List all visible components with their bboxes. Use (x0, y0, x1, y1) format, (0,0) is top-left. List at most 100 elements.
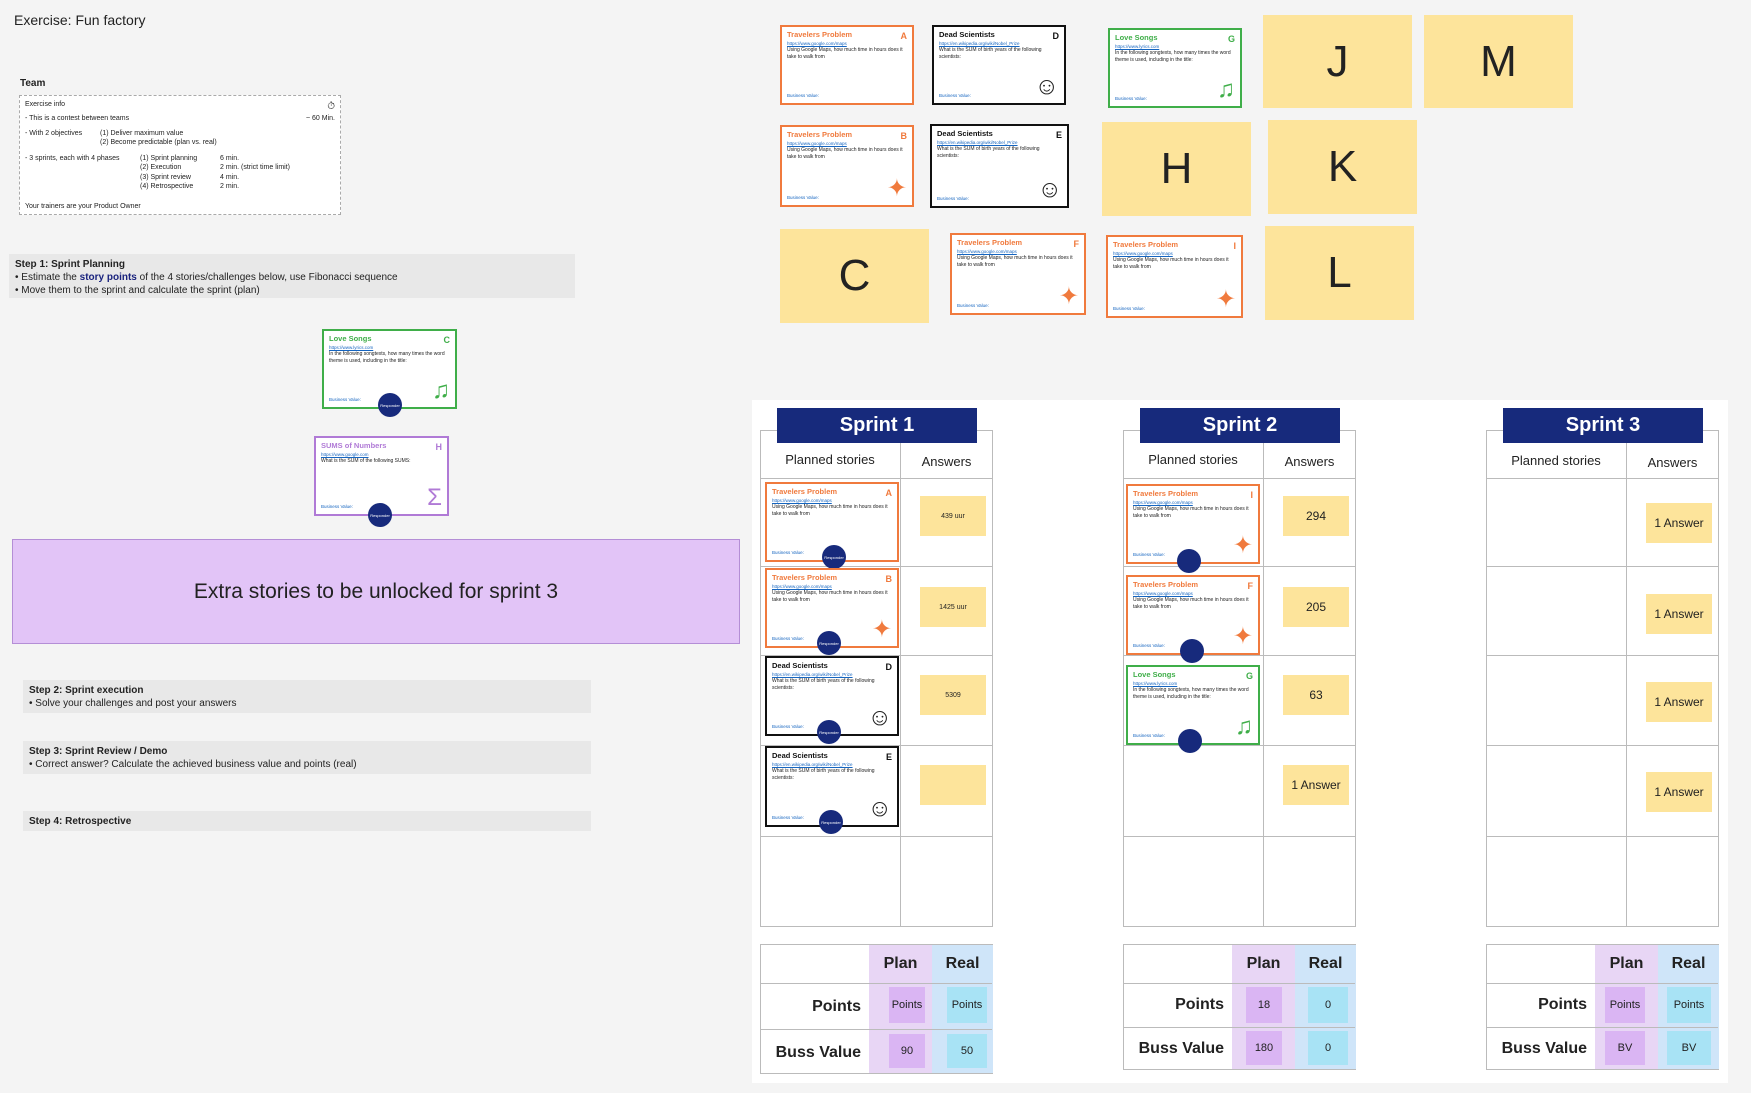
card-title: Dead Scientists (937, 129, 993, 138)
responder-badge[interactable]: Responder (378, 393, 402, 417)
answer-note[interactable]: 205 (1283, 587, 1349, 627)
bv-real-value[interactable]: 50 (947, 1034, 987, 1068)
story-card-e[interactable]: Dead Scientists E https://en.wikipedia.or… (930, 124, 1069, 208)
card-business-value: Business Value: (1113, 305, 1145, 311)
story-card-i[interactable]: Travelers Problem I https://www.google.co… (1106, 235, 1243, 318)
step-4-title: Step 4: Retrospective (29, 816, 132, 827)
sprint-3-title: Sprint 3 (1503, 408, 1703, 443)
card-business-value: Business Value: (939, 92, 971, 98)
answer-note[interactable] (920, 765, 986, 805)
responder-badge[interactable]: Responder (819, 810, 843, 834)
answers-header: Answers (1647, 454, 1698, 470)
card-title: Dead Scientists (772, 751, 828, 760)
card-title: Travelers Problem (1133, 489, 1199, 498)
real-header: Real (1671, 955, 1706, 972)
card-letter: H (435, 442, 443, 452)
info-duration: ~ 60 Min. (306, 114, 335, 122)
exercise-info-box[interactable]: Exercise info ⏱ - This is a contest betw… (19, 95, 341, 215)
sticky-note-c[interactable]: C (780, 229, 929, 323)
phase-name: (1) Sprint planning (140, 154, 198, 162)
card-letter: B (885, 574, 893, 584)
answer-note[interactable]: 294 (1283, 496, 1349, 536)
responder-badge[interactable]: Responder (817, 720, 841, 744)
scientist-face-icon: ☺ (867, 704, 892, 731)
answer-note[interactable]: 1 Answer (1646, 772, 1712, 812)
points-plan-value[interactable]: 18 (1246, 987, 1282, 1023)
step-1-line-2: • Move them to the sprint and calculate … (15, 285, 260, 296)
business-value-row-label: Buss Value (1138, 1040, 1224, 1057)
story-card-d[interactable]: Dead Scientists D https://en.wikipedia.or… (932, 25, 1066, 105)
card-business-value: Business Value: (957, 302, 989, 308)
card-business-value: Business Value: (772, 635, 804, 641)
sticky-note-m[interactable]: M (1424, 15, 1573, 108)
phase-time: 4 min. (220, 173, 240, 181)
scientist-face-icon: ☺ (1037, 176, 1062, 203)
card-business-value: Business Value: (787, 194, 819, 200)
bv-real-value[interactable]: 0 (1308, 1031, 1348, 1065)
responder-badge[interactable] (1177, 549, 1201, 573)
real-header: Real (945, 955, 980, 972)
responder-badge[interactable]: Responder (822, 545, 846, 569)
sticky-note-l[interactable]: L (1265, 226, 1414, 320)
step-4-box: Step 4: Retrospective (23, 811, 591, 831)
step-2-box: Step 2: Sprint execution • Solve your ch… (23, 680, 591, 713)
story-card-g[interactable]: Love Songs G https://www.lyrics.com In th… (1108, 28, 1242, 108)
planned-stories-header: Planned stories (785, 451, 875, 467)
sprint-2-points-table: Plan Real Points Buss Value 18 0 180 0 (1123, 944, 1356, 1070)
points-row-label: Points (1538, 996, 1587, 1013)
card-business-value: Business Value: (1133, 642, 1165, 648)
responder-badge[interactable]: Responder (368, 503, 392, 527)
story-card-a[interactable]: Travelers Problem A https://www.google.co… (780, 25, 914, 105)
answers-header: Answers (921, 453, 972, 469)
answer-note[interactable]: 1 Answer (1646, 503, 1712, 543)
story-card-f[interactable]: Travelers Problem F https://www.google.co… (950, 233, 1086, 315)
europe-map-icon: ✦ (871, 616, 892, 643)
phase-name: (4) Retrospective (140, 183, 194, 191)
card-letter: D (1052, 31, 1060, 41)
answer-note[interactable]: 1 Answer (1283, 765, 1349, 805)
card-title: Love Songs (329, 334, 372, 343)
sprint-3-points-table: Plan Real Points Buss Value Points Point… (1486, 944, 1719, 1070)
answer-note[interactable]: 1425 uur (920, 587, 986, 627)
extra-stories-banner: Extra stories to be unlocked for sprint … (12, 539, 740, 644)
responder-badge[interactable] (1180, 639, 1204, 663)
answer-note[interactable]: 63 (1283, 675, 1349, 715)
points-real-value[interactable]: 0 (1308, 987, 1348, 1023)
bv-plan-value[interactable]: 180 (1246, 1031, 1282, 1065)
team-label: Team (20, 78, 46, 89)
responder-badge[interactable]: Responder (817, 631, 841, 655)
business-value-row-label: Buss Value (775, 1044, 861, 1061)
card-body: Using Google Maps, how much time in hour… (957, 254, 1073, 268)
bv-real-value[interactable]: BV (1667, 1031, 1711, 1065)
music-note-icon: ♫ (1235, 713, 1253, 740)
scientist-face-icon: ☺ (1034, 73, 1059, 100)
answer-note[interactable]: 5309 (920, 675, 986, 715)
bv-plan-value[interactable]: BV (1605, 1031, 1645, 1065)
answer-note[interactable]: 439 uur (920, 496, 986, 536)
music-note-icon: ♫ (432, 377, 450, 404)
points-real-value[interactable]: Points (947, 987, 987, 1023)
card-letter: E (885, 752, 892, 762)
responder-badge[interactable] (1178, 729, 1202, 753)
card-letter: A (900, 31, 908, 41)
sticky-note-j[interactable]: J (1263, 15, 1412, 108)
stopwatch-icon: ⏱ (327, 101, 335, 112)
answer-note[interactable]: 1 Answer (1646, 594, 1712, 634)
card-title: Travelers Problem (1113, 240, 1179, 249)
points-plan-value[interactable]: Points (889, 987, 925, 1023)
bv-plan-value[interactable]: 90 (889, 1034, 925, 1068)
sticky-note-k[interactable]: K (1268, 120, 1417, 214)
step-3-box: Step 3: Sprint Review / Demo • Correct a… (23, 741, 591, 774)
card-title: Travelers Problem (957, 238, 1023, 247)
card-letter: F (1073, 239, 1080, 249)
sticky-note-h[interactable]: H (1102, 122, 1251, 216)
story-card-b[interactable]: Travelers Problem B https://www.google.co… (780, 125, 914, 207)
answer-note[interactable]: 1 Answer (1646, 682, 1712, 722)
points-real-value[interactable]: Points (1667, 987, 1711, 1023)
points-plan-value[interactable]: Points (1605, 987, 1645, 1023)
card-body: What is the SUM of birth years of the fo… (772, 677, 875, 691)
sprint-1-points-table: Plan Real Points Buss Value Points Point… (760, 944, 993, 1074)
step-3-line: • Correct answer? Calculate the achieved… (29, 759, 357, 770)
phase-time: 6 min. (220, 154, 240, 162)
step-2-line: • Solve your challenges and post your an… (29, 698, 237, 709)
